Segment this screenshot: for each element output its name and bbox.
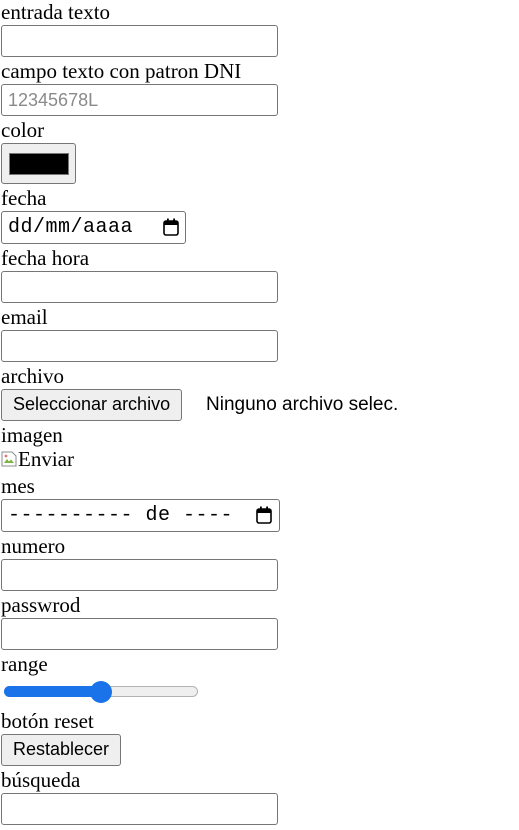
dni-input-label: campo texto con patron DNI <box>1 59 242 83</box>
datetime-input-label: fecha hora <box>1 246 90 270</box>
password-input-label: passwrod <box>1 593 81 617</box>
dni-input[interactable]: 12345678L <box>1 84 278 116</box>
color-input-label: color <box>1 118 45 142</box>
range-input-label: range <box>1 652 48 676</box>
choose-file-button[interactable]: Seleccionar archivo <box>1 389 183 421</box>
date-input-label: fecha <box>1 186 47 210</box>
datetime-input[interactable] <box>1 271 278 303</box>
range-fill <box>4 686 101 697</box>
reset-button-label: botón reset <box>1 709 94 733</box>
date-input-text: dd/mm/aaaa <box>8 216 134 239</box>
number-input-label: numero <box>1 534 66 558</box>
color-swatch <box>9 153 69 175</box>
calendar-icon[interactable] <box>163 218 179 236</box>
reset-button[interactable]: Restablecer <box>1 734 122 766</box>
month-input[interactable]: ---------- de ---- <box>1 499 280 532</box>
image-input-label: imagen <box>1 423 63 447</box>
search-input[interactable] <box>1 793 278 825</box>
email-input[interactable] <box>1 330 278 362</box>
calendar-icon[interactable] <box>256 506 272 524</box>
file-input-label: archivo <box>1 364 64 388</box>
dni-placeholder: 12345678L <box>8 90 99 110</box>
month-input-label: mes <box>1 474 35 498</box>
date-input[interactable]: dd/mm/aaaa <box>1 211 186 244</box>
broken-image-icon <box>1 451 17 467</box>
password-input[interactable] <box>1 618 278 650</box>
number-input[interactable] <box>1 559 278 591</box>
search-input-label: búsqueda <box>1 768 81 792</box>
text-input-label: entrada texto <box>1 0 111 24</box>
range-thumb[interactable] <box>90 681 112 703</box>
range-slider[interactable] <box>4 681 198 703</box>
text-input[interactable] <box>1 25 278 57</box>
image-alt-text: Enviar <box>18 446 74 471</box>
email-input-label: email <box>1 305 48 329</box>
color-picker[interactable] <box>1 143 76 184</box>
month-input-text: ---------- de ---- <box>8 504 234 527</box>
file-status-text: Ninguno archivo selec. <box>206 394 399 415</box>
image-submit-button[interactable]: Enviar <box>1 446 74 471</box>
